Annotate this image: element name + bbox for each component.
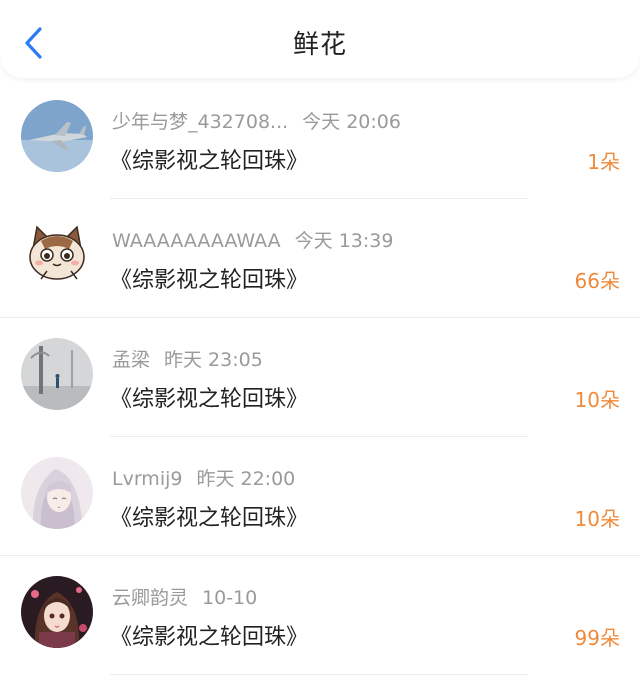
username[interactable]: Lvrmij9	[112, 468, 182, 490]
book-title[interactable]: 《综影视之轮回珠》	[110, 262, 308, 294]
flower-list: 少年与梦_432708... 今天 20:06 《综影视之轮回珠》 1朵 WAA…	[0, 80, 640, 675]
timestamp: 10-10	[202, 587, 258, 609]
divider	[110, 674, 528, 675]
row-meta: WAAAAAAAAWAA 今天 13:39	[112, 226, 393, 253]
timestamp: 今天 20:06	[302, 111, 401, 133]
anime-girl-avatar[interactable]	[21, 457, 93, 529]
row-meta: Lvrmij9 昨天 22:00	[112, 464, 295, 491]
book-title[interactable]: 《综影视之轮回珠》	[110, 381, 308, 413]
timestamp: 昨天 23:05	[164, 349, 263, 371]
landscape-avatar[interactable]	[21, 338, 93, 410]
flower-count: 10朵	[574, 388, 620, 412]
list-item[interactable]: WAAAAAAAAWAA 今天 13:39 《综影视之轮回珠》 66朵	[0, 199, 640, 318]
username[interactable]: 孟梁	[112, 349, 150, 371]
anime-girl-dark-avatar[interactable]	[21, 576, 93, 648]
list-item[interactable]: Lvrmij9 昨天 22:00 《综影视之轮回珠》 10朵	[0, 437, 640, 556]
username[interactable]: 云卿韵灵	[112, 587, 188, 609]
timestamp: 今天 13:39	[294, 230, 394, 252]
row-meta: 云卿韵灵 10-10	[112, 583, 257, 610]
username[interactable]: WAAAAAAAAWAA	[112, 230, 281, 252]
list-item[interactable]: 少年与梦_432708... 今天 20:06 《综影视之轮回珠》 1朵	[0, 80, 640, 199]
flower-count: 1朵	[587, 150, 620, 174]
page-title: 鲜花	[292, 30, 347, 60]
book-title[interactable]: 《综影视之轮回珠》	[110, 619, 308, 651]
flower-count: 99朵	[574, 626, 620, 650]
timestamp: 昨天 22:00	[196, 468, 296, 490]
top-bar: 鲜花	[0, 0, 640, 78]
cat-avatar[interactable]	[21, 219, 93, 291]
row-meta: 少年与梦_432708... 今天 20:06	[112, 107, 401, 134]
list-item[interactable]: 孟梁 昨天 23:05 《综影视之轮回珠》 10朵	[0, 318, 640, 437]
book-title[interactable]: 《综影视之轮回珠》	[110, 143, 308, 175]
flower-count: 66朵	[574, 269, 620, 293]
book-title[interactable]: 《综影视之轮回珠》	[110, 500, 308, 532]
list-item[interactable]: 云卿韵灵 10-10 《综影视之轮回珠》 99朵	[0, 556, 640, 675]
jet-avatar[interactable]	[21, 100, 93, 172]
row-meta: 孟梁 昨天 23:05	[112, 345, 263, 372]
username[interactable]: 少年与梦_432708...	[112, 111, 288, 133]
flower-count: 10朵	[574, 507, 620, 531]
